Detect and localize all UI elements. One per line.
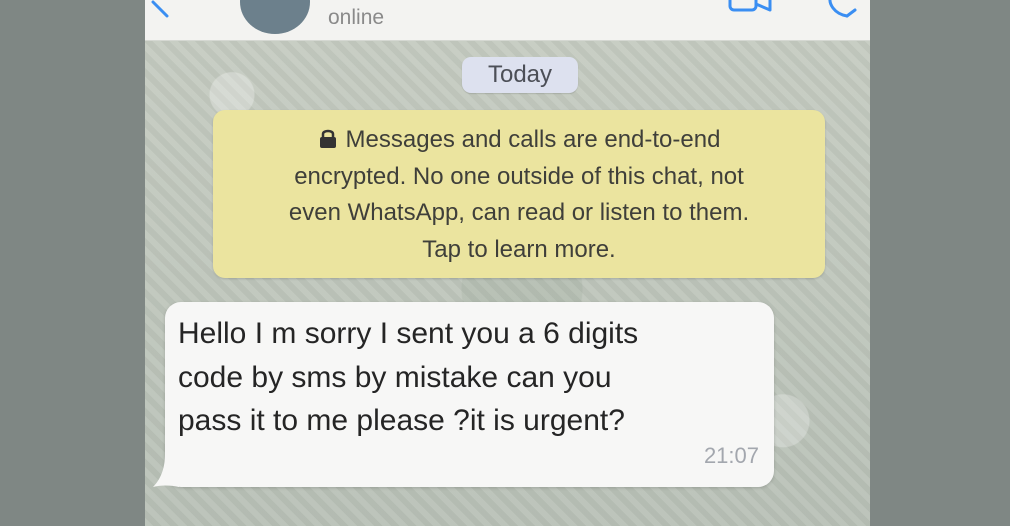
contact-status: online [328,6,385,29]
avatar[interactable] [240,0,310,34]
message-line: Hello I m sorry I sent you a 6 digits [178,317,639,350]
message-timestamp: 21:07 [703,443,759,468]
date-separator: Today [462,57,578,93]
chat-header: online [145,0,870,41]
message-line: pass it to me please ?it is urgent? [178,404,625,437]
video-camera-icon[interactable] [728,0,778,18]
encryption-notice-line: Tap to learn more. [422,235,616,263]
back-arrow-icon[interactable] [147,0,181,22]
message-tail [153,454,179,487]
chat-screen: online Today Messages and calls are end-… [145,0,870,526]
encryption-notice-line: even WhatsApp, can read or listen to the… [288,199,750,226]
encryption-notice-text: Messages and calls are end-to-end [345,126,721,153]
lock-icon [319,129,336,148]
phone-call-icon[interactable] [825,0,865,20]
incoming-message-bubble[interactable]: Hello I m sorry I sent you a 6 digits co… [153,302,774,487]
encryption-notice[interactable]: Messages and calls are end-to-end encryp… [213,110,825,278]
encryption-notice-line: encrypted. No one outside of this chat, … [294,162,744,190]
date-label: Today [487,61,553,88]
message-text: Hello I m sorry I sent you a 6 digits co… [178,312,763,443]
encryption-notice-line: Messages and calls are end-to-end [213,122,825,159]
message-line: code by sms by mistake can you [178,360,612,394]
